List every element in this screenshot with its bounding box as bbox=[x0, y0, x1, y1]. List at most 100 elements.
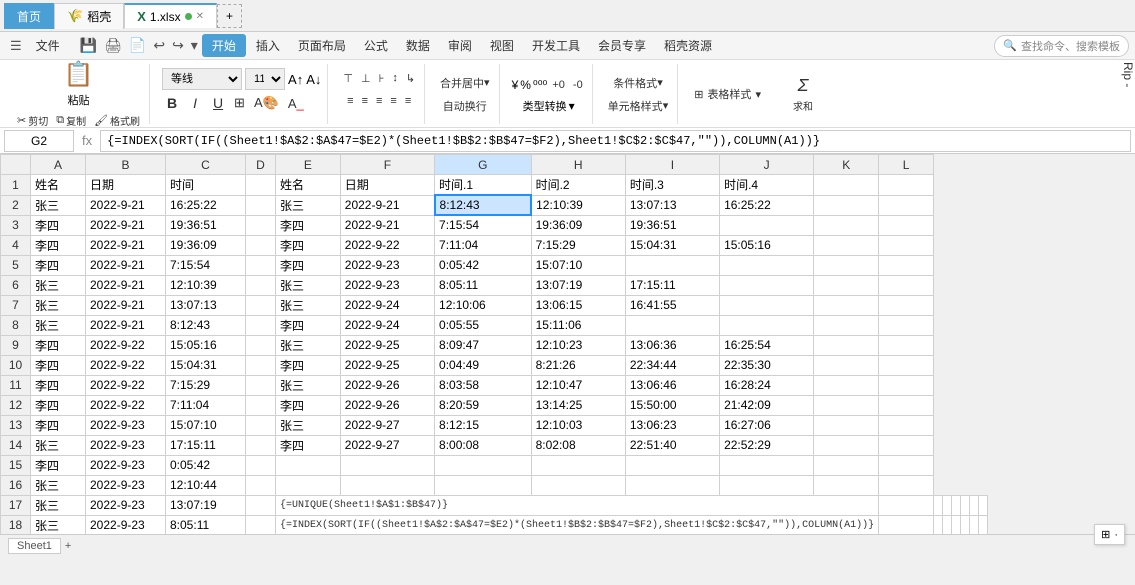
cell[interactable]: 15:11:06 bbox=[531, 315, 625, 335]
cell[interactable] bbox=[246, 175, 276, 196]
cell[interactable] bbox=[435, 455, 532, 475]
menu-data[interactable]: 数据 bbox=[398, 34, 438, 57]
corner-popup[interactable]: ⊞ · bbox=[1094, 524, 1125, 545]
cell[interactable] bbox=[531, 455, 625, 475]
cell[interactable] bbox=[943, 515, 952, 534]
cell[interactable] bbox=[970, 515, 979, 534]
conditional-format-button[interactable]: 条件格式▾ bbox=[610, 73, 666, 93]
cell[interactable]: 2022-9-22 bbox=[86, 375, 166, 395]
cell[interactable]: 19:36:09 bbox=[166, 235, 246, 255]
tab-add-button[interactable]: + bbox=[217, 4, 242, 28]
cell[interactable] bbox=[531, 475, 625, 495]
cell[interactable]: 12:10:47 bbox=[531, 375, 625, 395]
align-justify-icon[interactable]: ≡ bbox=[387, 91, 399, 111]
row-header-6[interactable]: 6 bbox=[1, 275, 31, 295]
cell[interactable] bbox=[246, 435, 276, 455]
cell[interactable]: 张三 bbox=[31, 275, 86, 295]
cell[interactable]: 7:15:29 bbox=[166, 375, 246, 395]
cell[interactable] bbox=[814, 335, 879, 355]
decrease-decimal-icon[interactable]: -0 bbox=[570, 75, 586, 95]
cell[interactable]: 22:35:30 bbox=[720, 355, 814, 375]
cell[interactable] bbox=[814, 195, 879, 215]
bold-button[interactable]: B bbox=[162, 93, 182, 113]
cell[interactable]: 2022-9-21 bbox=[86, 195, 166, 215]
align-top-icon[interactable]: ⊤ bbox=[340, 68, 356, 88]
cell[interactable] bbox=[720, 315, 814, 335]
cell[interactable]: 2022-9-26 bbox=[340, 375, 434, 395]
cell[interactable] bbox=[246, 215, 276, 235]
col-header-e[interactable]: E bbox=[276, 155, 341, 175]
cell[interactable]: 张三 bbox=[31, 195, 86, 215]
cell[interactable]: 李四 bbox=[276, 355, 341, 375]
cell[interactable]: 7:15:54 bbox=[435, 215, 532, 235]
cell[interactable] bbox=[879, 315, 934, 335]
cell[interactable]: 2022-9-22 bbox=[86, 355, 166, 375]
cell[interactable]: 2022-9-23 bbox=[86, 435, 166, 455]
formula-input[interactable] bbox=[100, 130, 1131, 152]
cell[interactable]: 16:25:22 bbox=[720, 195, 814, 215]
cell[interactable]: 8:03:58 bbox=[435, 375, 532, 395]
cell[interactable]: 日期 bbox=[340, 175, 434, 196]
cell[interactable]: 12:10:06 bbox=[435, 295, 532, 315]
cell[interactable]: 2022-9-21 bbox=[86, 275, 166, 295]
cell[interactable] bbox=[625, 475, 719, 495]
cell[interactable]: 2022-9-22 bbox=[86, 395, 166, 415]
sum-button[interactable]: Σ 求和 bbox=[783, 69, 823, 119]
undo-icon[interactable]: ↩ bbox=[151, 35, 167, 56]
cell[interactable] bbox=[246, 235, 276, 255]
row-header-12[interactable]: 12 bbox=[1, 395, 31, 415]
row-header-7[interactable]: 7 bbox=[1, 295, 31, 315]
cell[interactable]: 13:07:13 bbox=[625, 195, 719, 215]
cell[interactable] bbox=[879, 215, 934, 235]
row-header-16[interactable]: 16 bbox=[1, 475, 31, 495]
row-header-3[interactable]: 3 bbox=[1, 215, 31, 235]
cell[interactable]: 13:06:46 bbox=[625, 375, 719, 395]
cell[interactable] bbox=[720, 215, 814, 235]
cell[interactable]: 2022-9-21 bbox=[86, 255, 166, 275]
menu-search[interactable]: 🔍 查找命令、搜索模板 bbox=[994, 35, 1129, 57]
cell[interactable]: 2022-9-22 bbox=[86, 335, 166, 355]
cell[interactable] bbox=[340, 455, 434, 475]
cell[interactable]: 2022-9-23 bbox=[86, 415, 166, 435]
cell[interactable] bbox=[720, 275, 814, 295]
row-header-4[interactable]: 4 bbox=[1, 235, 31, 255]
print-icon[interactable]: 📄 bbox=[127, 35, 148, 56]
cell[interactable] bbox=[814, 255, 879, 275]
cell[interactable] bbox=[246, 275, 276, 295]
cell[interactable]: 李四 bbox=[31, 415, 86, 435]
cell[interactable] bbox=[720, 475, 814, 495]
increase-decimal-icon[interactable]: +0 bbox=[549, 75, 568, 95]
menu-file[interactable]: 文件 bbox=[28, 34, 68, 57]
cell[interactable]: 16:28:24 bbox=[720, 375, 814, 395]
hamburger-menu-icon[interactable]: ☰ bbox=[6, 36, 26, 56]
menu-review[interactable]: 审阅 bbox=[440, 34, 480, 57]
cell[interactable]: 7:15:29 bbox=[531, 235, 625, 255]
cell[interactable]: 13:06:15 bbox=[531, 295, 625, 315]
cell[interactable]: 2022-9-21 bbox=[340, 215, 434, 235]
font-size-select[interactable]: 11 bbox=[245, 68, 285, 90]
border-button[interactable]: ⊞ bbox=[231, 93, 248, 113]
cell[interactable] bbox=[814, 475, 879, 495]
cell[interactable]: 姓名 bbox=[31, 175, 86, 196]
cell[interactable] bbox=[879, 355, 934, 375]
cell[interactable]: 张三 bbox=[31, 295, 86, 315]
cell[interactable]: 时间.2 bbox=[531, 175, 625, 196]
cell[interactable]: 8:20:59 bbox=[435, 395, 532, 415]
tab-wps[interactable]: 🌾 稻壳 bbox=[54, 3, 124, 29]
cell[interactable]: 2022-9-21 bbox=[86, 295, 166, 315]
cell[interactable] bbox=[246, 295, 276, 315]
cell[interactable]: 李四 bbox=[31, 335, 86, 355]
cell[interactable] bbox=[970, 495, 979, 515]
cell[interactable] bbox=[720, 295, 814, 315]
cell[interactable]: 19:36:09 bbox=[531, 215, 625, 235]
col-header-l[interactable]: L bbox=[879, 155, 934, 175]
add-sheet-icon[interactable]: + bbox=[65, 540, 71, 552]
cell[interactable]: 张三 bbox=[31, 515, 86, 534]
cell[interactable] bbox=[952, 515, 961, 534]
row-header-8[interactable]: 8 bbox=[1, 315, 31, 335]
table-style-button[interactable]: ⊞ 表格样式▾ bbox=[690, 84, 765, 104]
save-icon[interactable]: 💾 bbox=[78, 35, 99, 56]
cell[interactable] bbox=[879, 235, 934, 255]
menu-page-layout[interactable]: 页面布局 bbox=[290, 34, 354, 57]
menu-view[interactable]: 视图 bbox=[482, 34, 522, 57]
